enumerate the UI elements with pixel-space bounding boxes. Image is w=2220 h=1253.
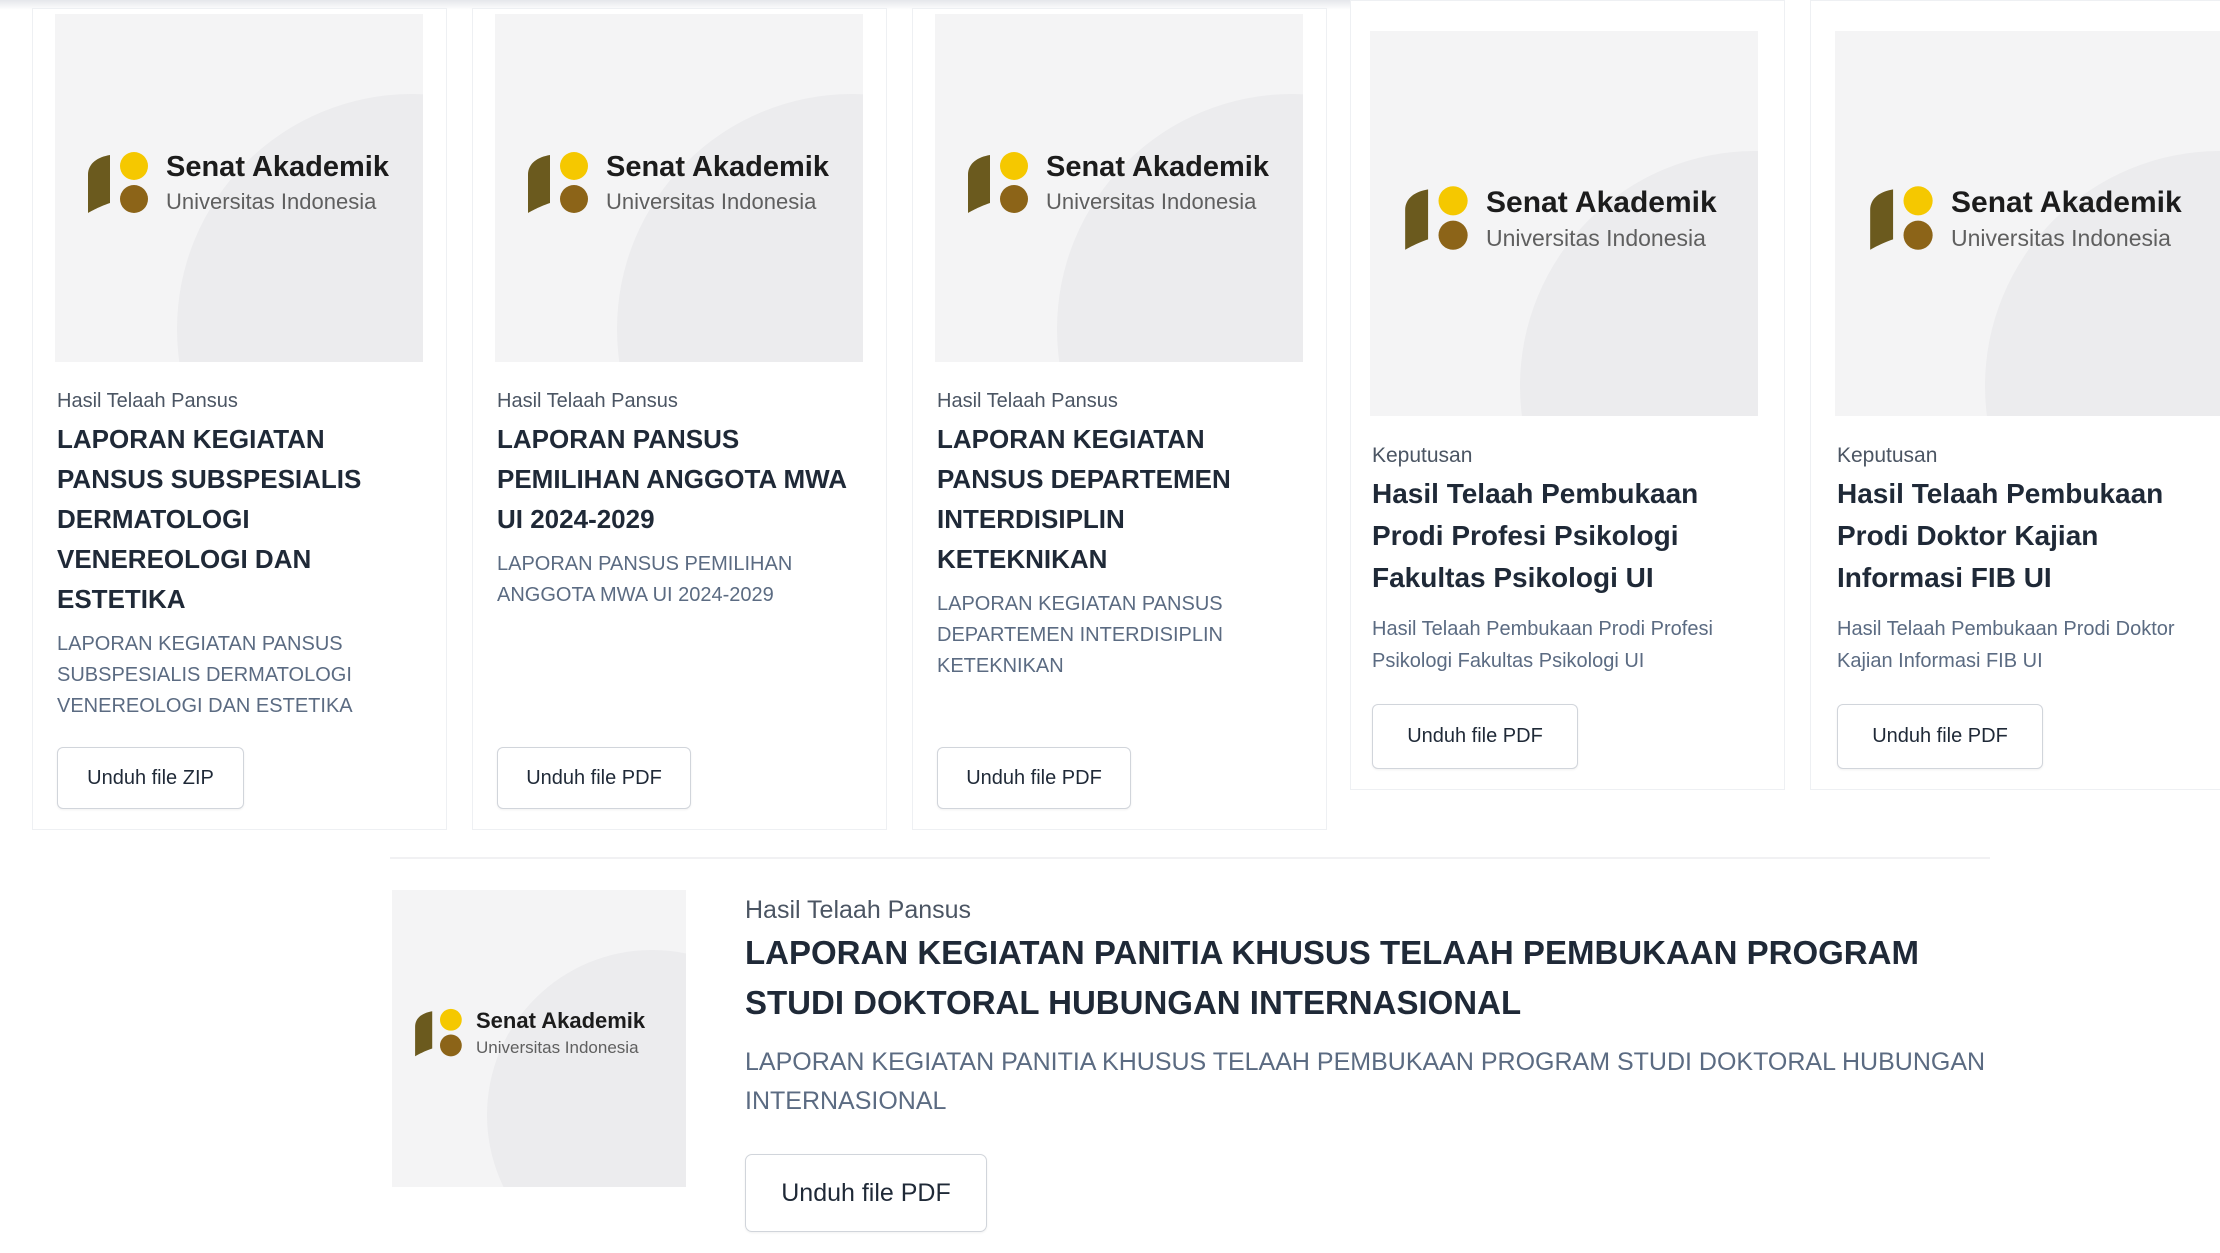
senat-logo-icon	[1870, 186, 1933, 250]
senat-logo-icon	[415, 1008, 462, 1057]
logo-subtitle: Universitas Indonesia	[1951, 224, 2171, 251]
logo-subtitle: Universitas Indonesia	[476, 1038, 639, 1057]
senat-logo-icon	[528, 152, 588, 213]
card-category: Hasil Telaah Pansus	[497, 390, 678, 412]
document-card: Senat Akademik Universitas Indonesia Has…	[912, 8, 1327, 830]
card-title[interactable]: Hasil Telaah Pembukaan Prodi Profesi Psi…	[1372, 473, 1762, 599]
card-thumbnail[interactable]: Senat Akademik Universitas Indonesia	[1370, 31, 1758, 416]
featured-category: Hasil Telaah Pansus	[745, 896, 972, 924]
card-title[interactable]: Hasil Telaah Pembukaan Prodi Doktor Kaji…	[1837, 473, 2207, 599]
logo-title: Senat Akademik	[1046, 151, 1269, 183]
document-card: Senat Akademik Universitas Indonesia Kep…	[1810, 0, 2220, 790]
featured-thumbnail[interactable]: Senat Akademik Universitas Indonesia	[392, 890, 686, 1187]
card-description: LAPORAN PANSUS PEMILIHAN ANGGOTA MWA UI …	[497, 553, 793, 606]
card-description: LAPORAN KEGIATAN PANSUS SUBSPESIALIS DER…	[57, 633, 353, 717]
featured-description: LAPORAN KEGIATAN PANITIA KHUSUS TELAAH P…	[745, 1048, 1986, 1115]
card-title[interactable]: LAPORAN KEGIATAN PANSUS SUBSPESIALIS DER…	[57, 419, 397, 619]
logo-subtitle: Universitas Indonesia	[1046, 189, 1257, 214]
senat-logo: Senat Akademik Universitas Indonesia	[524, 147, 829, 219]
download-pdf-button[interactable]: Unduh file PDF	[497, 747, 691, 809]
card-category: Hasil Telaah Pansus	[937, 390, 1118, 412]
card-thumbnail[interactable]: Senat Akademik Universitas Indonesia	[55, 14, 423, 362]
section-divider	[390, 857, 1990, 859]
card-description: LAPORAN KEGIATAN PANSUS DEPARTEMEN INTER…	[937, 593, 1223, 677]
logo-title: Senat Akademik	[1951, 185, 2182, 219]
download-zip-button[interactable]: Unduh file ZIP	[57, 747, 244, 809]
card-title[interactable]: LAPORAN PANSUS PEMILIHAN ANGGOTA MWA UI …	[497, 419, 867, 539]
document-card: Senat Akademik Universitas Indonesia Has…	[32, 8, 447, 830]
card-category: Keputusan	[1837, 444, 1938, 467]
card-category: Keputusan	[1372, 444, 1473, 467]
logo-subtitle: Universitas Indonesia	[606, 189, 817, 214]
featured-item: Senat Akademik Universitas Indonesia Has…	[0, 860, 2220, 1253]
download-pdf-button[interactable]: Unduh file PDF	[1372, 704, 1578, 769]
logo-title: Senat Akademik	[166, 151, 389, 183]
senat-logo: Senat Akademik Universitas Indonesia	[1401, 181, 1717, 256]
senat-logo-icon	[88, 152, 148, 213]
senat-logo-icon	[1405, 186, 1468, 250]
senat-logo: Senat Akademik Universitas Indonesia	[964, 147, 1269, 219]
card-thumbnail[interactable]: Senat Akademik Universitas Indonesia	[1835, 31, 2220, 416]
logo-subtitle: Universitas Indonesia	[166, 189, 377, 214]
senat-logo: Senat Akademik Universitas Indonesia	[1866, 181, 2182, 256]
logo-title: Senat Akademik	[1486, 185, 1717, 219]
senat-logo: Senat Akademik Universitas Indonesia	[412, 1005, 645, 1061]
document-card: Senat Akademik Universitas Indonesia Kep…	[1350, 0, 1785, 790]
card-description: Hasil Telaah Pembukaan Prodi Profesi Psi…	[1372, 618, 1713, 672]
download-pdf-button[interactable]: Unduh file PDF	[937, 747, 1131, 809]
card-title[interactable]: LAPORAN KEGIATAN PANSUS DEPARTEMEN INTER…	[937, 419, 1257, 579]
card-description: Hasil Telaah Pembukaan Prodi Doktor Kaji…	[1837, 618, 2175, 672]
senat-logo: Senat Akademik Universitas Indonesia	[84, 147, 389, 219]
download-pdf-button[interactable]: Unduh file PDF	[745, 1154, 987, 1232]
logo-title: Senat Akademik	[606, 151, 829, 183]
senat-logo-icon	[968, 152, 1028, 213]
document-card: Senat Akademik Universitas Indonesia Has…	[472, 8, 887, 830]
download-pdf-button[interactable]: Unduh file PDF	[1837, 704, 2043, 769]
logo-title: Senat Akademik	[476, 1008, 646, 1033]
logo-subtitle: Universitas Indonesia	[1486, 224, 1706, 251]
featured-title[interactable]: LAPORAN KEGIATAN PANITIA KHUSUS TELAAH P…	[745, 928, 2005, 1028]
card-category: Hasil Telaah Pansus	[57, 390, 238, 412]
card-thumbnail[interactable]: Senat Akademik Universitas Indonesia	[935, 14, 1303, 362]
card-thumbnail[interactable]: Senat Akademik Universitas Indonesia	[495, 14, 863, 362]
